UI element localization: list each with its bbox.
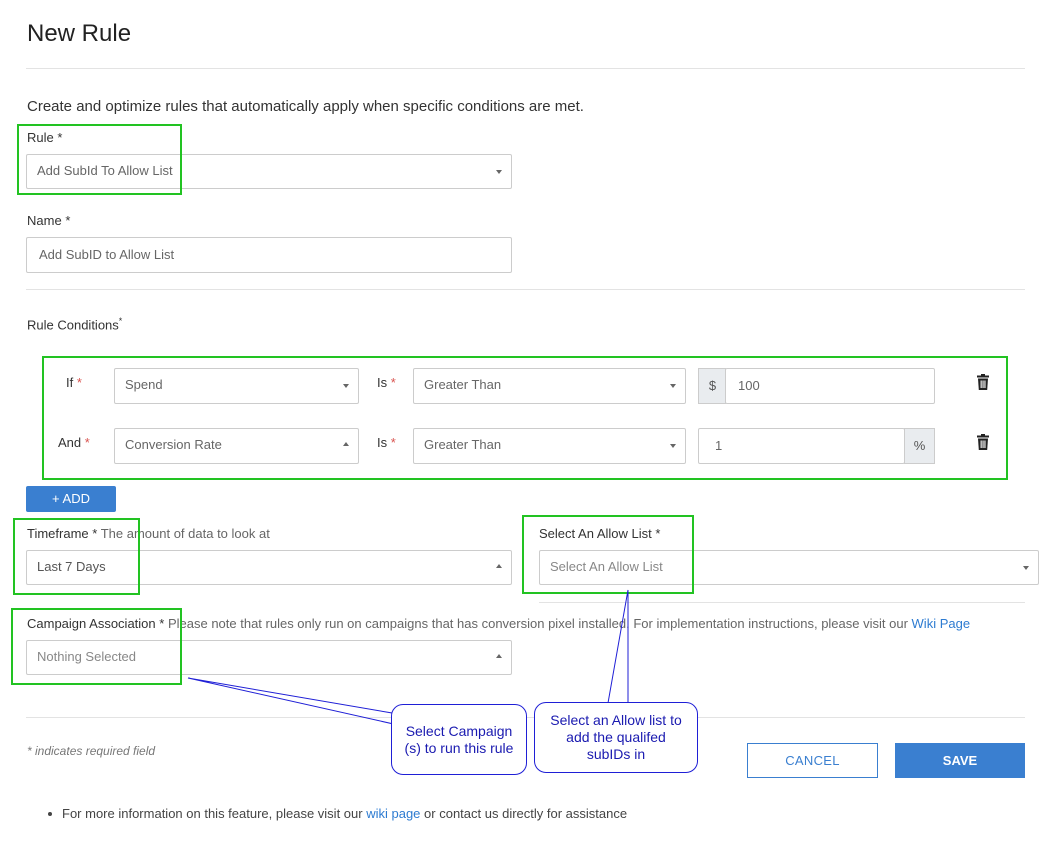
campaign-callout: Select Campaign (s) to run this rule [391,704,527,775]
allow-list-callout-text: Select an Allow list to add the qualifed… [550,712,682,762]
callout-pointers [187,589,629,726]
campaign-callout-text: Select Campaign (s) to run this rule [404,722,514,756]
allow-list-callout: Select an Allow list to add the qualifed… [534,702,698,773]
